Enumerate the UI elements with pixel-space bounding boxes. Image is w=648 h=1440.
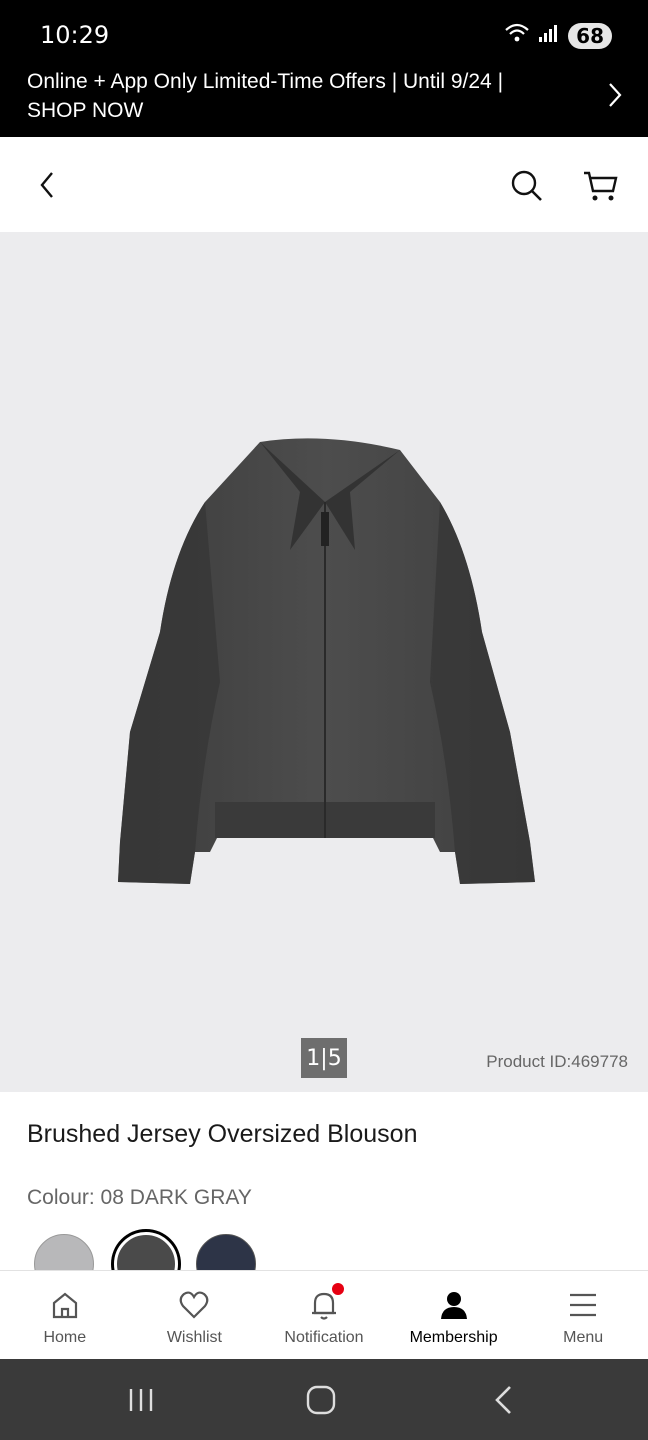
status-icons: 68 (504, 22, 612, 49)
nav-label: Wishlist (166, 1329, 222, 1346)
signal-icon (538, 23, 560, 48)
nav-menu[interactable]: Menu (518, 1271, 648, 1359)
product-title: Brushed Jersey Oversized Blouson (27, 1120, 418, 1148)
selected-colour: Colour: 08 DARK GRAY (27, 1186, 252, 1209)
home-icon (50, 1289, 80, 1321)
person-icon (440, 1289, 468, 1321)
nav-label: Home (43, 1329, 87, 1346)
back-button[interactable] (34, 169, 60, 206)
product-id: Product ID:469778 (486, 1052, 628, 1071)
nav-notification[interactable]: Notification (259, 1271, 389, 1359)
swatch-dark-gray[interactable] (114, 1232, 178, 1270)
nav-label: Membership (409, 1329, 498, 1346)
heart-icon (179, 1289, 209, 1321)
wifi-icon (504, 22, 530, 49)
app-header (0, 137, 648, 232)
nav-label: Menu (563, 1329, 604, 1346)
status-bar: 10:29 68 (0, 0, 648, 62)
status-time: 10:29 (40, 21, 110, 49)
swatch-light-gray[interactable] (34, 1234, 94, 1270)
notification-badge (332, 1283, 345, 1295)
chevron-right-icon (608, 82, 622, 113)
promo-banner[interactable]: Online + App Only Limited-Time Offers | … (0, 62, 648, 137)
nav-wishlist[interactable]: Wishlist (130, 1271, 260, 1359)
system-back-icon[interactable] (492, 1385, 514, 1420)
menu-icon (569, 1289, 597, 1321)
image-pager: 1|5 (301, 1038, 347, 1078)
nav-membership[interactable]: Membership (389, 1271, 519, 1359)
nav-home[interactable]: Home (0, 1271, 130, 1359)
battery-indicator: 68 (568, 22, 612, 49)
product-image (118, 438, 535, 884)
nav-label: Notification (284, 1329, 364, 1346)
product-image-gallery[interactable]: 1|5 Product ID:469778 (0, 232, 648, 1092)
cart-icon[interactable] (582, 169, 618, 208)
system-navigation-bar (0, 1359, 648, 1440)
colour-swatches (34, 1228, 634, 1270)
swatch-navy[interactable] (196, 1234, 256, 1270)
bottom-navigation: Home Wishlist Notification Membership Me… (0, 1270, 648, 1359)
search-icon[interactable] (510, 169, 544, 208)
promo-text: Online + App Only Limited-Time Offers | … (27, 70, 504, 122)
recents-icon[interactable] (128, 1387, 154, 1418)
home-button-icon[interactable] (306, 1385, 336, 1420)
